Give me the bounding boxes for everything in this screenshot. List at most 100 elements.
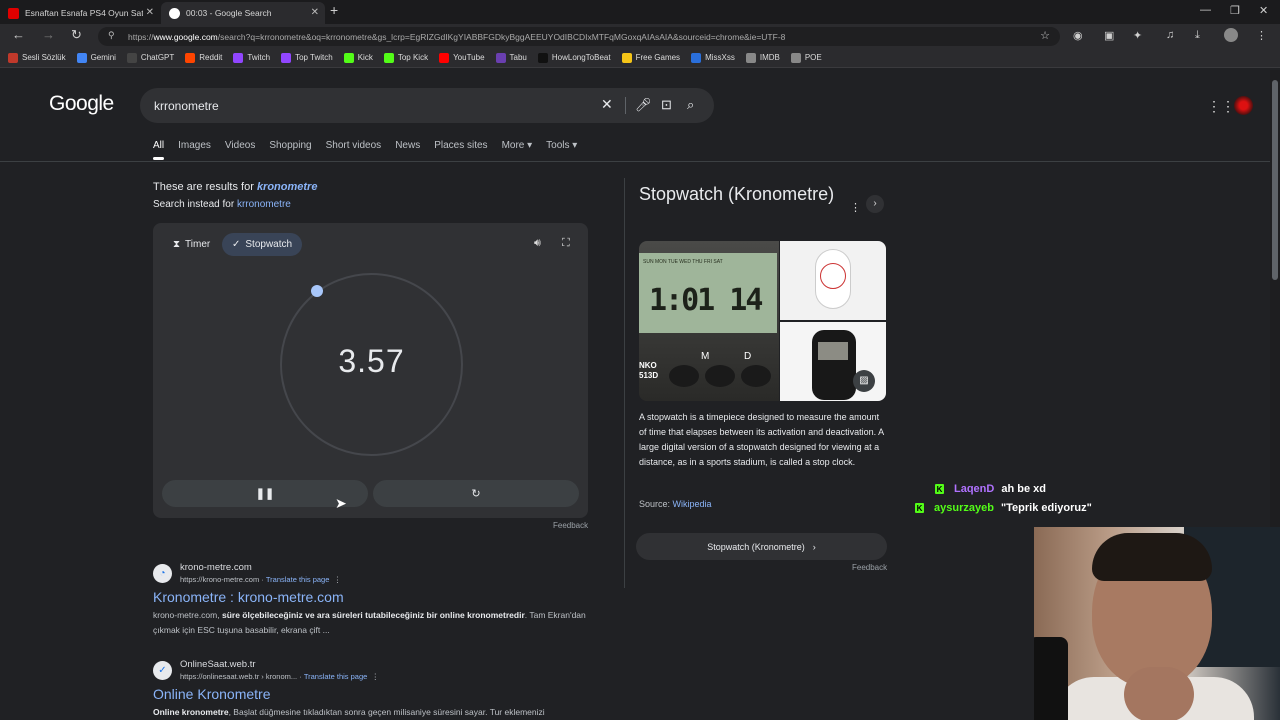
tab-all[interactable]: All <box>153 140 165 160</box>
tab-videos[interactable]: Videos <box>225 140 255 151</box>
bookmarks-bar: Sesli Sözlük Gemini ChatGPT Reddit Twitch Top… <box>0 48 1280 68</box>
media-icon[interactable]: ♫ <box>1166 29 1174 41</box>
image-gallery-icon[interactable]: ▨ <box>853 370 875 392</box>
bookmark-label: Tabu <box>509 53 527 62</box>
showing-results-for: These are results for kronometre <box>153 181 318 193</box>
tab-short-videos[interactable]: Short videos <box>326 140 382 151</box>
tab-more[interactable]: More ▾ <box>502 140 533 151</box>
tab-images[interactable]: Images <box>178 140 211 151</box>
google-favicon-icon <box>169 7 180 19</box>
corrected-term-link[interactable]: kronometre <box>257 181 318 193</box>
bookmark-item[interactable]: Twitch <box>233 52 271 63</box>
sound-icon[interactable]: 🔊︎ <box>534 237 541 250</box>
close-tab-icon[interactable]: ✕ <box>311 7 319 18</box>
browser-toolbar: ← → ↻ ⚲ https://www.google.com/search?q=… <box>0 24 1280 48</box>
extension-icon[interactable]: ▣ <box>1104 29 1114 42</box>
bookmark-item[interactable]: Free Games <box>621 52 681 63</box>
more-options-icon[interactable]: ⋮ <box>334 575 342 584</box>
translate-link[interactable]: Translate this page <box>304 672 368 681</box>
result-title-link[interactable]: Kronometre : krono-metre.com <box>153 589 344 605</box>
profile-icon[interactable] <box>1224 28 1238 42</box>
tab-places-sites[interactable]: Places sites <box>434 140 487 151</box>
bookmark-item[interactable]: ChatGPT <box>126 52 174 63</box>
brand-text: NKO <box>639 361 657 370</box>
clear-search-icon[interactable]: ✕ <box>601 96 613 113</box>
tab-timer[interactable]: ⧗ Timer <box>163 233 220 256</box>
menu-icon[interactable]: ⋮ <box>1256 29 1267 42</box>
stopwatch-image-digital[interactable]: SUN MON TUE WED THU FRI SAT 1:01 14 NKO … <box>639 241 779 401</box>
bookmark-item[interactable]: Top Kick <box>383 52 428 63</box>
google-logo[interactable]: Google <box>49 92 114 116</box>
bookmark-item[interactable]: Reddit <box>185 52 222 63</box>
bookmark-icon <box>8 52 18 63</box>
extensions-puzzle-icon[interactable]: ✦ <box>1133 29 1142 42</box>
bookmark-item[interactable]: MissXss <box>691 52 735 63</box>
bookmark-item[interactable]: IMDB <box>745 52 780 63</box>
bookmark-item[interactable]: YouTube <box>439 52 485 63</box>
divider <box>625 97 626 114</box>
close-tab-icon[interactable]: ✕ <box>146 7 154 18</box>
bookmark-item[interactable]: Tabu <box>495 52 527 63</box>
forward-icon[interactable]: → <box>42 27 55 42</box>
minimize-icon[interactable]: — <box>1200 4 1211 16</box>
search-icon[interactable]: ⌕ <box>687 97 694 113</box>
chevron-right-icon[interactable]: › <box>866 195 884 213</box>
google-apps-icon[interactable]: ⋮⋮ <box>1207 98 1235 115</box>
browser-tab-2[interactable]: 00:03 - Google Search ✕ <box>161 2 325 24</box>
bookmark-icon <box>621 52 632 63</box>
address-bar[interactable]: ⚲ https://www.google.com/search?q=krrono… <box>98 27 1060 46</box>
chat-message: K aysurzayeb "Teprik ediyoruz" <box>915 502 1092 514</box>
search-box[interactable]: krronometre ✕ 🎤︎ ⊡ ⌕ <box>140 88 714 123</box>
bookmark-label: MissXss <box>705 53 735 62</box>
more-options-icon[interactable]: ⋮ <box>850 201 861 214</box>
site-info-icon[interactable]: ⚲ <box>108 30 115 41</box>
reload-icon[interactable]: ↻ <box>71 27 82 43</box>
tab-news[interactable]: News <box>395 140 420 151</box>
result-title-link[interactable]: Online Kronometre <box>153 686 271 702</box>
search-input[interactable]: krronometre <box>154 99 219 113</box>
browser-tab-1[interactable]: Esnaftan Esnafa PS4 Oyun Satışı ✕ <box>0 2 160 24</box>
voice-search-icon[interactable]: 🎤︎ <box>635 97 652 113</box>
wikipedia-link[interactable]: Wikipedia <box>673 499 712 509</box>
bookmark-label: Sesli Sözlük <box>22 53 66 62</box>
search-instead-link[interactable]: krronometre <box>237 199 291 210</box>
stopwatch-image-analog[interactable] <box>780 241 886 320</box>
bookmark-label: Twitch <box>247 53 271 62</box>
bookmark-label: YouTube <box>453 53 485 62</box>
bookmark-star-icon[interactable]: ☆ <box>1040 29 1050 42</box>
scrollbar-thumb[interactable] <box>1272 80 1278 280</box>
account-avatar[interactable] <box>1234 96 1253 115</box>
tab-stopwatch[interactable]: ✓ Stopwatch <box>222 233 303 256</box>
bookmark-item[interactable]: POE <box>790 52 822 63</box>
tab-tools[interactable]: Tools ▾ <box>546 140 577 151</box>
fullscreen-icon[interactable]: ⛶ <box>562 237 570 250</box>
new-tab-icon[interactable]: + <box>330 2 338 18</box>
bookmark-label: Free Games <box>635 53 681 62</box>
bookmark-item[interactable]: Gemini <box>76 52 116 63</box>
feedback-link[interactable]: Feedback <box>553 521 588 530</box>
bookmark-item[interactable]: Top Twitch <box>281 52 333 63</box>
bookmark-icon <box>745 52 756 63</box>
stopwatch-image-handheld[interactable]: ▨ <box>780 322 886 401</box>
lens-search-icon[interactable]: ⊡ <box>661 97 672 113</box>
window-close-icon[interactable]: ✕ <box>1259 4 1268 17</box>
bookmark-item[interactable]: HowLongToBeat <box>537 52 611 63</box>
translate-link[interactable]: Translate this page <box>266 575 330 584</box>
bookmark-item[interactable]: Kick <box>343 52 373 63</box>
header-divider <box>0 161 1270 162</box>
download-icon[interactable]: ⤓ <box>1195 29 1200 42</box>
reset-button[interactable]: ↻ <box>373 480 579 507</box>
tab-shopping[interactable]: Shopping <box>269 140 311 151</box>
extension-icon[interactable]: ◉ <box>1073 29 1083 42</box>
knowledge-panel-more-button[interactable]: Stopwatch (Kronometre) › <box>636 533 887 560</box>
more-options-icon[interactable]: ⋮ <box>372 672 380 681</box>
restore-icon[interactable]: ❐ <box>1230 4 1240 17</box>
back-icon[interactable]: ← <box>12 27 25 42</box>
panel-divider <box>624 178 625 588</box>
feedback-link[interactable]: Feedback <box>852 563 887 572</box>
bookmark-item[interactable]: Sesli Sözlük <box>8 52 66 63</box>
bookmark-icon <box>383 52 394 63</box>
bookmark-label: IMDB <box>759 53 780 62</box>
url-domain: www.google.com <box>153 31 218 42</box>
reset-icon: ↻ <box>471 488 481 500</box>
